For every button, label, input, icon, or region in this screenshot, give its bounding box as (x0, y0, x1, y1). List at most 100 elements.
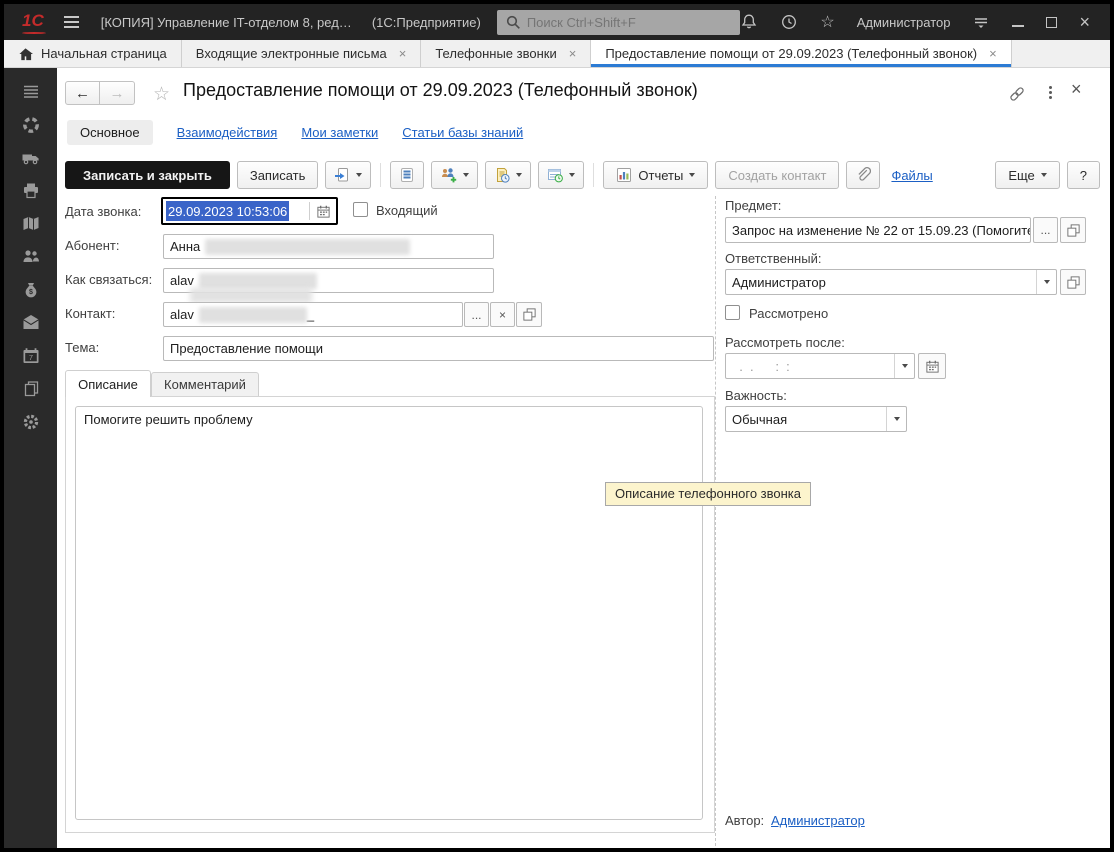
tab-comment[interactable]: Комментарий (151, 372, 259, 397)
subject-label: Предмет: (725, 198, 781, 213)
reports-button[interactable]: Отчеты (603, 161, 708, 189)
nav-item-knowledge-base[interactable]: Статьи базы знаний (402, 125, 523, 140)
1c-logo-icon: 1С (22, 11, 44, 34)
reports-chart-icon (616, 167, 632, 183)
main-menu-icon[interactable] (64, 16, 79, 28)
save-button[interactable]: Записать (237, 161, 319, 189)
favorite-star-icon[interactable]: ☆ (153, 83, 170, 106)
van-icon (21, 148, 41, 168)
favorites-star-icon[interactable]: ☆ (820, 12, 834, 32)
sidebar-item-calendar[interactable]: 7 (19, 346, 43, 366)
redacted-text (190, 288, 312, 303)
window-minimize-icon[interactable] (1012, 17, 1024, 27)
open-in-window-icon (1066, 223, 1081, 238)
responsible-label: Ответственный: (725, 251, 821, 266)
save-and-close-button[interactable]: Записать и закрыть (65, 161, 230, 189)
tab-phone-calls[interactable]: Телефонные звонки × (421, 40, 591, 67)
tab-home[interactable]: Начальная страница (4, 40, 182, 67)
planned-interaction-button[interactable] (485, 161, 531, 189)
documents-icon (21, 379, 41, 399)
sidebar-item-money[interactable]: $ (19, 280, 43, 300)
subject-input[interactable]: Запрос на изменение № 22 от 15.09.23 (По… (725, 217, 1031, 243)
tab-description[interactable]: Описание (65, 370, 151, 397)
subject-open-button[interactable] (1060, 217, 1086, 243)
more-actions-icon[interactable] (1047, 84, 1054, 101)
review-after-input[interactable]: . . : : (725, 353, 915, 379)
theme-input[interactable]: Предоставление помощи (163, 336, 714, 361)
theme-value: Предоставление помощи (170, 341, 323, 356)
contact-clear-button[interactable]: × (490, 302, 515, 327)
combo-dropdown-arrow[interactable] (1036, 270, 1056, 294)
form-close-icon[interactable]: × (1071, 79, 1082, 100)
contact-value-suffix: _ (307, 307, 314, 322)
responsible-open-button[interactable] (1060, 269, 1086, 295)
files-link[interactable]: Файлы (891, 168, 932, 183)
sidebar-item-delivery[interactable] (19, 148, 43, 168)
sidebar-item-mail[interactable] (19, 313, 43, 333)
search-placeholder: Поиск Ctrl+Shift+F (527, 15, 636, 30)
dropdown-arrow-icon (902, 364, 908, 368)
create-based-on-icon (334, 167, 350, 183)
tab-incoming-emails[interactable]: Входящие электронные письма × (182, 40, 422, 67)
importance-label: Важность: (725, 388, 787, 403)
nav-item-notes[interactable]: Мои заметки (301, 125, 378, 140)
create-contact-button[interactable]: Создать контакт (715, 161, 839, 189)
tab-close-icon[interactable]: × (399, 46, 407, 61)
create-based-on-button[interactable] (325, 161, 371, 189)
dropdown-arrow-icon (894, 417, 900, 421)
attachments-button[interactable] (846, 161, 880, 189)
review-after-calendar-button[interactable] (918, 353, 946, 379)
forward-button[interactable]: → (100, 81, 135, 105)
tab-current-call[interactable]: Предоставление помощи от 29.09.2023 (Тел… (591, 40, 1011, 67)
reviewed-checkbox[interactable] (725, 305, 740, 320)
combo-dropdown-arrow[interactable] (894, 354, 914, 378)
window-maximize-icon[interactable] (1046, 17, 1057, 28)
sidebar-item-helpdesk[interactable] (19, 115, 43, 135)
notifications-bell-icon[interactable] (740, 13, 758, 31)
add-participants-button[interactable] (431, 161, 478, 189)
abonent-value: Анна (170, 239, 200, 254)
interactions-list-button[interactable] (538, 161, 584, 189)
dropdown-arrow-icon (1041, 173, 1047, 177)
nav-item-main[interactable]: Основное (67, 120, 153, 145)
get-link-icon[interactable] (1007, 85, 1027, 103)
app-window: 1С [КОПИЯ] Управление IT-отделом 8, ред…… (0, 0, 1114, 852)
combo-dropdown-arrow[interactable] (886, 407, 906, 431)
description-textarea[interactable]: Помогите решить проблему (75, 406, 703, 820)
paperclip-icon (855, 167, 871, 183)
sidebar-item-menu[interactable] (19, 82, 43, 102)
importance-combo[interactable]: Обычная (725, 406, 907, 432)
contact-input[interactable]: alav _ (163, 302, 463, 327)
current-user[interactable]: Администратор (857, 15, 951, 30)
more-button[interactable]: Еще (995, 161, 1059, 189)
sidebar-item-settings[interactable] (19, 412, 43, 432)
dropdown-arrow-icon (356, 173, 362, 177)
register-records-button[interactable] (390, 161, 424, 189)
importance-value: Обычная (726, 407, 886, 431)
window-close-icon[interactable]: × (1079, 16, 1090, 28)
global-search-input[interactable]: Поиск Ctrl+Shift+F (497, 10, 741, 35)
contact-open-button[interactable] (516, 302, 542, 327)
back-button[interactable]: ← (65, 81, 100, 105)
date-calendar-button[interactable] (310, 199, 336, 223)
help-button[interactable]: ? (1067, 161, 1100, 189)
history-icon[interactable] (780, 13, 798, 31)
service-menu-icon[interactable] (972, 14, 990, 31)
subject-select-button[interactable]: ... (1033, 217, 1058, 243)
responsible-combo[interactable]: Администратор (725, 269, 1057, 295)
sidebar-item-print[interactable] (19, 181, 43, 201)
call-date-input[interactable]: 29.09.2023 10:53:06 (161, 197, 338, 225)
nav-item-interactions[interactable]: Взаимодействия (177, 125, 278, 140)
panel-splitter[interactable] (715, 196, 716, 846)
sidebar-item-employees[interactable] (19, 247, 43, 267)
tab-close-icon[interactable]: × (569, 46, 577, 61)
abonent-input[interactable]: Анна (163, 234, 494, 259)
contact-select-button[interactable]: ... (464, 302, 489, 327)
incoming-checkbox[interactable] (353, 202, 368, 217)
sidebar-item-map[interactable] (19, 214, 43, 234)
sidebar-item-documents[interactable] (19, 379, 43, 399)
toolbar-separator (593, 163, 594, 187)
author-link[interactable]: Администратор (771, 813, 865, 828)
envelope-icon (21, 313, 41, 333)
tab-close-icon[interactable]: × (989, 46, 997, 61)
